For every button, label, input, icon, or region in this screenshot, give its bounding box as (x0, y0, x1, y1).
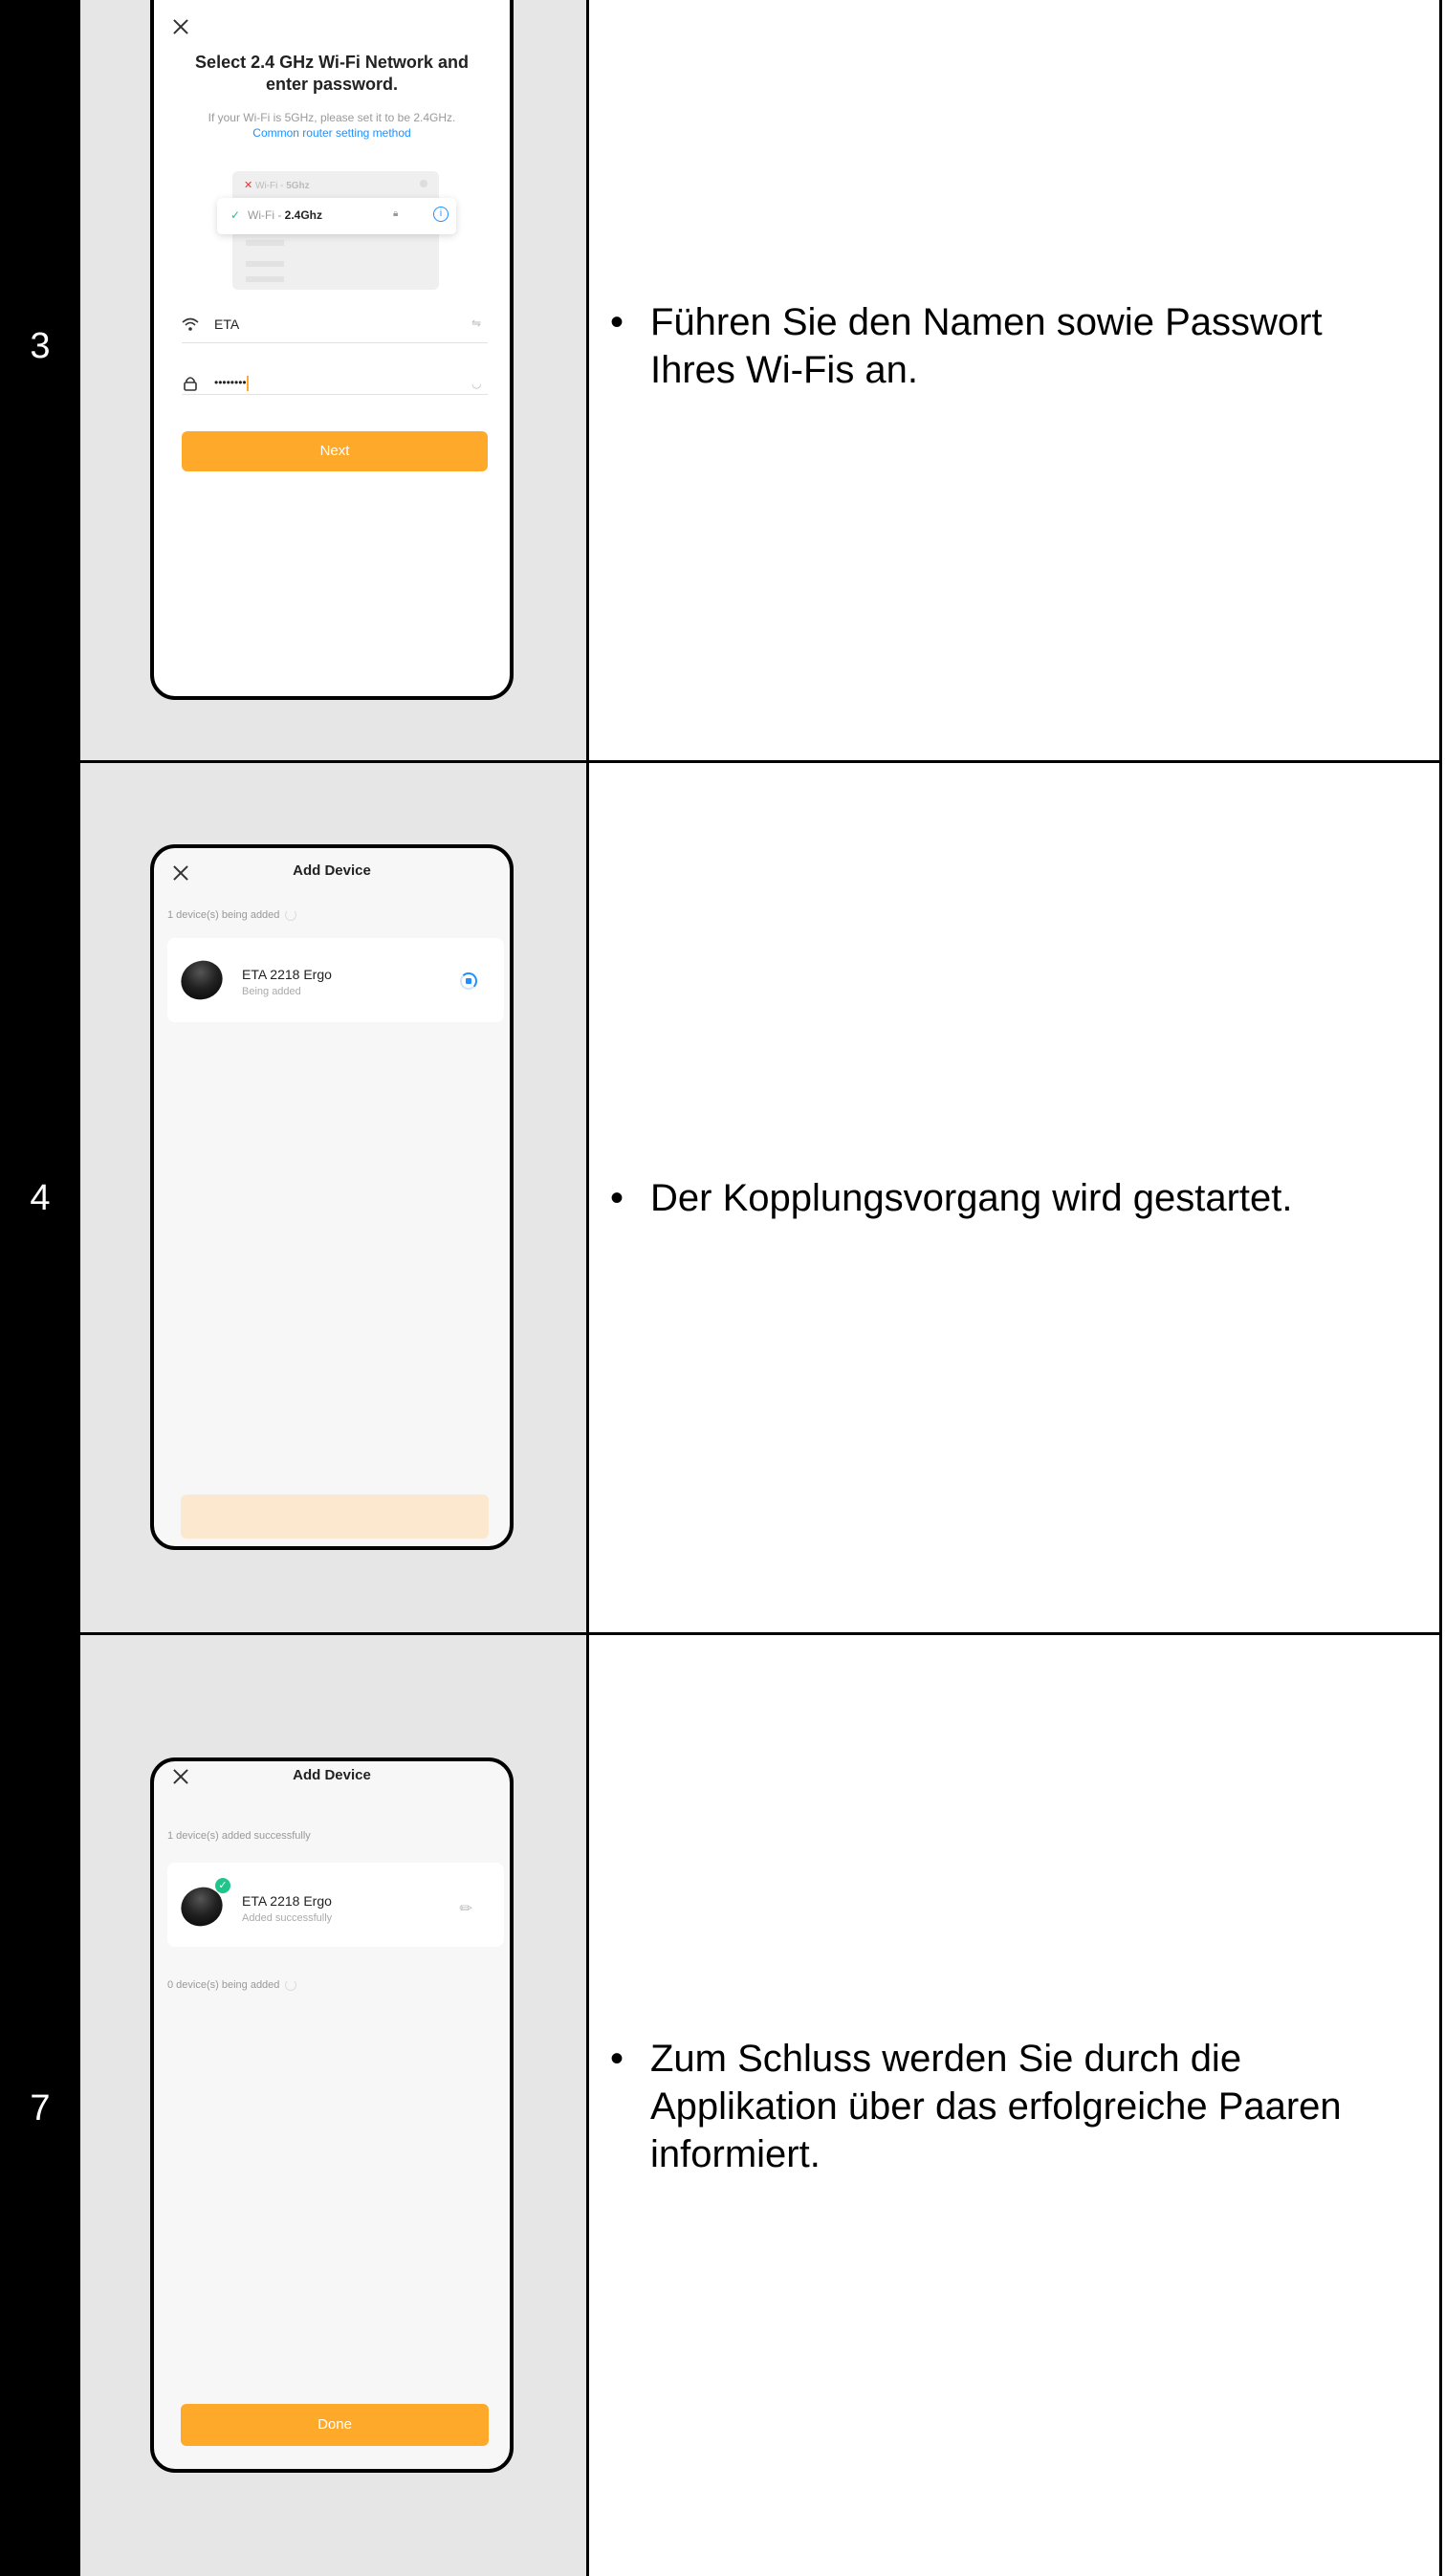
row-divider (80, 1632, 1442, 1635)
done-button[interactable]: Done (181, 2404, 489, 2446)
device-name: ETA 2218 Ergo (242, 967, 332, 982)
device-status: Added successfully (242, 1912, 333, 1924)
table-right-border (1439, 0, 1442, 2576)
wifi-icon (182, 317, 199, 332)
add-device-pairing-screen: Add Device 1 device(s) being added ETA 2… (150, 844, 514, 1550)
device-card: ✓ ETA 2218 Ergo Added successfully ✎ (167, 1863, 504, 1947)
wifi-hint: If your Wi-Fi is 5GHz, please set it to … (208, 111, 456, 124)
step-4-instruction-text: Der Kopplungsvorgang wird gestartet. (650, 1177, 1293, 1219)
ssid-field[interactable]: ETA (214, 317, 239, 332)
step-number: 3 (30, 326, 51, 366)
router-setting-link[interactable]: Common router setting method (154, 126, 510, 140)
placeholder-bar (246, 276, 284, 282)
pending-status: 0 device(s) being added (167, 1979, 297, 1992)
disabled-done-button (181, 1495, 489, 1539)
eye-closed-icon[interactable]: ◡ (471, 377, 481, 390)
add-device-title: Add Device (293, 1767, 371, 1783)
wifi-5ghz-row: ✕ Wi-Fi - 5Ghz (244, 179, 310, 191)
switch-network-icon[interactable]: ⇋ (471, 317, 481, 330)
add-device-title: Add Device (293, 862, 371, 879)
device-card: ETA 2218 Ergo Being added (167, 938, 504, 1022)
check-icon: ✓ (230, 208, 241, 222)
pairing-status: 1 device(s) being added (167, 909, 297, 922)
lock-icon (183, 376, 197, 391)
lock-icon: 🔒︎ (393, 208, 399, 219)
field-divider (182, 394, 488, 395)
spinner-icon (285, 909, 297, 922)
info-icon: i (433, 207, 449, 222)
wifi-5ghz-band: 5Ghz (286, 181, 310, 191)
stop-icon (466, 978, 471, 984)
password-field[interactable]: •••••••• (214, 376, 249, 391)
bullet-icon: • (610, 2038, 624, 2080)
step-3-instruction: • Führen Sie den Namen sowie Passwort Ih… (610, 298, 1394, 394)
field-divider (182, 342, 488, 343)
wifi-2.4ghz-label: Wi-Fi - 2.4Ghz (248, 208, 323, 222)
row-divider (80, 760, 1442, 763)
step-3-instruction-text: Führen Sie den Namen sowie Passwort Ihre… (650, 301, 1323, 391)
placeholder-bar (246, 261, 284, 267)
success-check-icon: ✓ (215, 1878, 230, 1893)
step-number: 4 (30, 1178, 51, 1218)
text-cursor (246, 376, 249, 391)
device-status: Being added (242, 986, 301, 997)
wifi-5ghz-label: Wi-Fi - (255, 181, 287, 191)
step-7-instruction: • Zum Schluss werden Sie durch die Appli… (610, 2035, 1394, 2178)
loading-spinner-icon (460, 972, 477, 990)
next-button[interactable]: Next (182, 431, 488, 471)
wifi-setup-screen: Select 2.4 GHz Wi-Fi Network and enter p… (150, 0, 514, 700)
dim-dot-icon (420, 180, 427, 187)
step-7-instruction-text: Zum Schluss werden Sie durch die Applika… (650, 2038, 1342, 2175)
spinner-icon (285, 1979, 297, 1992)
column-divider (586, 0, 589, 2576)
device-name: ETA 2218 Ergo (242, 1893, 332, 1909)
bullet-icon: • (610, 301, 624, 343)
cross-icon: ✕ (244, 180, 253, 191)
add-device-success-screen: Add Device 1 device(s) added successfull… (150, 1757, 514, 2473)
wifi-screen-title: Select 2.4 GHz Wi-Fi Network and enter p… (195, 53, 469, 94)
placeholder-bar (246, 240, 284, 246)
step-number: 7 (30, 2088, 51, 2128)
edit-pencil-icon[interactable]: ✎ (455, 1897, 478, 1920)
success-status: 1 device(s) added successfully (167, 1830, 311, 1842)
bullet-icon: • (610, 1177, 624, 1219)
device-image (174, 953, 230, 1007)
step-number-column (0, 0, 80, 2576)
step-4-instruction: • Der Kopplungsvorgang wird gestartet. (610, 1174, 1394, 1222)
close-icon[interactable] (171, 17, 190, 36)
wifi-2.4ghz-row: ✓ Wi-Fi - 2.4Ghz 🔒︎ i (217, 198, 456, 234)
